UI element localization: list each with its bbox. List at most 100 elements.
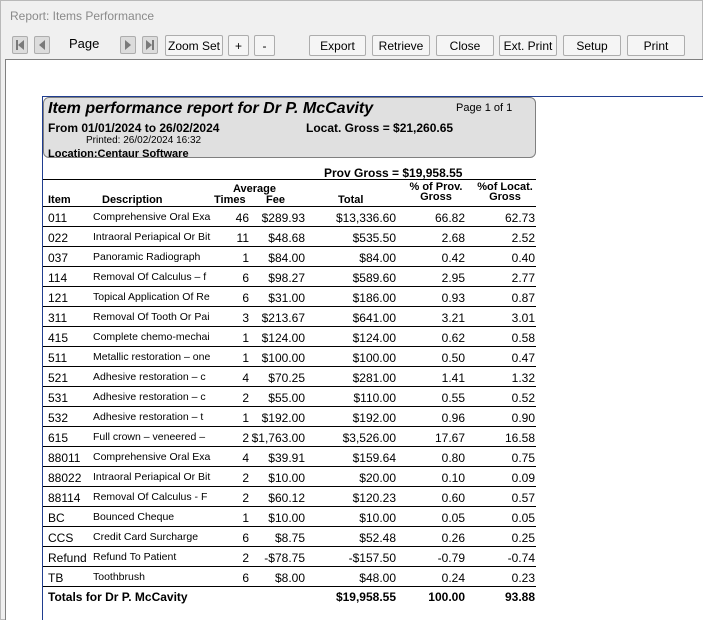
export-button[interactable]: Export [309, 35, 366, 56]
zoom-out-button[interactable]: - [254, 35, 275, 56]
cell-loc: 2.52 [511, 231, 535, 245]
cell-total: $159.64 [352, 451, 396, 465]
cell-desc: Panoramic Radiograph [93, 251, 201, 263]
location: Location:Centaur Software [48, 148, 189, 160]
last-page-button[interactable] [142, 36, 158, 54]
cell-times: 6 [242, 571, 249, 585]
cell-item: 037 [48, 251, 69, 265]
cell-total: $186.00 [352, 291, 396, 305]
toolbar: Page Zoom Set + - Export Retrieve Close … [1, 33, 703, 57]
cell-item: 88114 [48, 491, 81, 505]
cell-total: $192.00 [352, 411, 396, 425]
cell-total: $124.00 [352, 331, 396, 345]
col-pct-prov: % of Prov. Gross [409, 181, 463, 203]
table-row: 615 Full crown – veneered – 2 $1,763.00 $3,5… [43, 427, 536, 447]
print-button[interactable]: Print [627, 35, 685, 56]
cell-total: $110.00 [353, 391, 397, 405]
cell-loc: 0.58 [511, 331, 535, 345]
cell-prov: -0.79 [437, 551, 465, 565]
cell-loc: -0.74 [507, 551, 535, 565]
first-page-button[interactable] [12, 36, 28, 54]
table-row: 532 Adhesive restoration – t 1 $192.00 $192.… [43, 407, 536, 427]
cell-item: 511 [48, 351, 68, 365]
col-average: Average [233, 183, 277, 195]
locat-gross: Locat. Gross = $21,260.65 [306, 121, 454, 135]
cell-loc: 0.87 [511, 291, 535, 305]
prev-page-button[interactable] [34, 36, 50, 54]
cell-item: 521 [48, 371, 69, 385]
cell-loc: 0.25 [511, 531, 535, 545]
zoom-in-button[interactable]: + [228, 35, 249, 56]
cell-prov: 0.26 [441, 531, 465, 545]
cell-loc: 0.47 [511, 351, 535, 365]
cell-prov: 0.05 [441, 511, 465, 525]
report-preview[interactable]: Item performance report for Dr P. McCavi… [5, 59, 703, 620]
cell-times: 1 [242, 251, 249, 265]
cell-loc: 0.57 [511, 491, 535, 505]
cell-item: 415 [48, 331, 69, 345]
cell-times: 1 [242, 331, 249, 345]
retrieve-button[interactable]: Retrieve [372, 35, 430, 56]
cell-fee: $31.00 [268, 291, 305, 305]
cell-fee: $55.00 [268, 391, 305, 405]
cell-fee: $70.25 [268, 371, 305, 385]
cell-loc: 1.32 [511, 371, 535, 385]
cell-total: $641.00 [352, 311, 396, 325]
cell-total: $10.00 [359, 511, 396, 525]
cell-fee: $1,763.00 [251, 431, 305, 445]
cell-loc: 0.23 [511, 571, 535, 585]
ext-print-button[interactable]: Ext. Print [499, 35, 557, 56]
cell-item: 88022 [48, 471, 82, 485]
cell-desc: Metallic restoration – one [93, 351, 211, 363]
cell-prov: 2.95 [441, 271, 465, 285]
totals-loc: 93.88 [504, 590, 535, 604]
window-title: Report: Items Performance [10, 9, 155, 23]
location-label: Location: [48, 148, 98, 160]
cell-item: Refund [48, 551, 87, 565]
cell-loc: 3.01 [511, 311, 535, 325]
table-row: 88011 Comprehensive Oral Exa 4 $39.91 $159.6… [43, 447, 536, 467]
cell-item: 531 [48, 391, 69, 405]
cell-desc: Bounced Cheque [93, 511, 175, 523]
cell-times: 6 [242, 291, 249, 305]
cell-desc: Removal Of Calculus – f [93, 271, 207, 283]
zoom-set-button[interactable]: Zoom Set [165, 35, 223, 56]
cell-prov: 0.93 [441, 291, 465, 305]
cell-loc: 62.73 [504, 211, 535, 225]
col-description: Description [102, 194, 163, 206]
report-title: Item performance report for Dr P. McCavi… [48, 100, 374, 117]
cell-prov: 0.55 [441, 391, 465, 405]
cell-prov: 17.67 [434, 431, 465, 445]
cell-total: $84.00 [359, 251, 396, 265]
cell-total: $20.00 [359, 471, 396, 485]
table-row: CCS Credit Card Surcharge 6 $8.75 $52.48 0.26… [43, 527, 536, 547]
cell-desc: Topical Application Of Re [93, 291, 210, 303]
cell-prov: 0.24 [441, 571, 465, 585]
cell-total: $281.00 [352, 371, 396, 385]
cell-total: $120.23 [352, 491, 396, 505]
totals-label: Totals for Dr P. McCavity [48, 590, 188, 604]
next-page-button[interactable] [120, 36, 136, 54]
cell-fee: $8.75 [274, 531, 305, 545]
prev-page-icon [39, 40, 45, 50]
cell-prov: 0.60 [441, 491, 465, 505]
setup-button[interactable]: Setup [563, 35, 621, 56]
cell-desc: Intraoral Periapical Or Bit [93, 231, 211, 243]
cell-loc: 2.77 [511, 271, 535, 285]
cell-total: $48.00 [359, 571, 396, 585]
cell-times: 6 [242, 271, 249, 285]
next-page-icon [125, 40, 131, 50]
cell-fee: $100.00 [261, 351, 305, 365]
cell-item: 88011 [48, 451, 81, 465]
cell-item: 022 [48, 231, 69, 245]
table-row: 88022 Intraoral Periapical Or Bit 2 $10.00 $… [43, 467, 536, 487]
cell-prov: 3.21 [441, 311, 465, 325]
col-item: Item [48, 194, 71, 206]
close-button[interactable]: Close [436, 35, 494, 56]
cell-times: 3 [242, 311, 249, 325]
table-row: 022 Intraoral Periapical Or Bit 11 $48.68 $5… [43, 227, 536, 247]
cell-prov: 0.42 [441, 251, 465, 265]
cell-item: 615 [48, 431, 69, 445]
page-info: Page 1 of 1 [456, 102, 513, 114]
cell-times: 4 [242, 371, 249, 385]
